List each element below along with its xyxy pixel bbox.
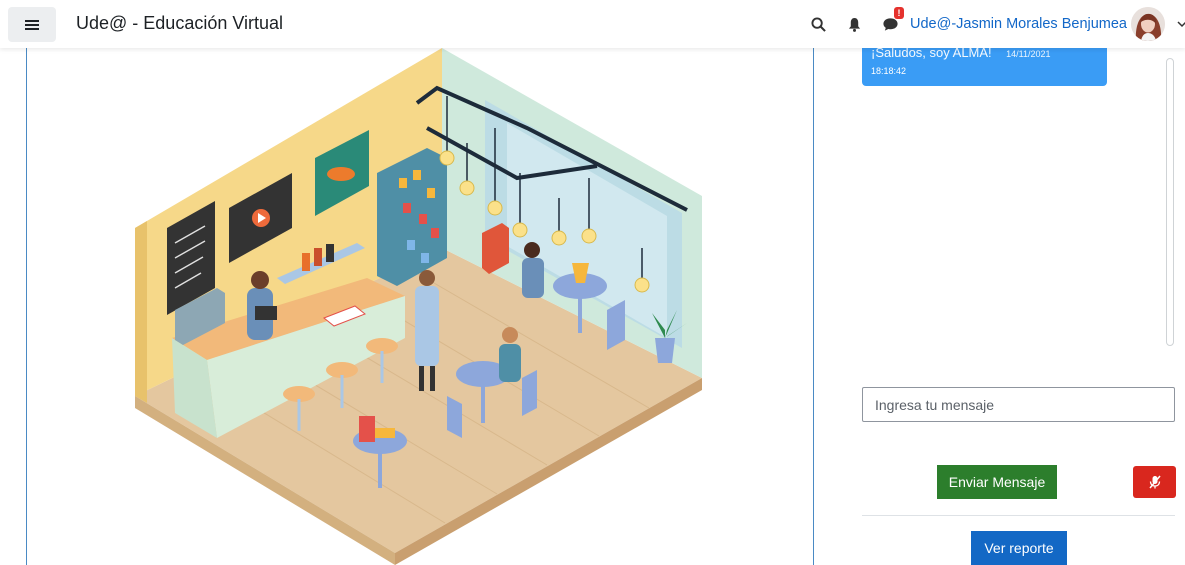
send-message-button[interactable]: Enviar Mensaje: [937, 465, 1057, 499]
messages-badge: !: [894, 7, 904, 19]
chat-panel: ¡Saludos, soy ALMA! 14/11/2021 18:18:42 …: [855, 38, 1185, 565]
chat-message-date: 14/11/2021: [1006, 49, 1051, 59]
mic-off-icon: [1148, 475, 1161, 489]
chat-log[interactable]: ¡Saludos, soy ALMA! 14/11/2021 18:18:42: [855, 38, 1175, 348]
menu-toggle-button[interactable]: [8, 7, 56, 42]
chat-scrollbar[interactable]: [1166, 58, 1174, 346]
chevron-down-icon[interactable]: [1177, 20, 1185, 28]
message-input[interactable]: [862, 387, 1175, 422]
user-name[interactable]: Ude@-Jasmin Morales Benjumea: [910, 16, 1127, 32]
messages-button[interactable]: !: [880, 7, 904, 34]
hamburger-icon: [25, 19, 39, 30]
search-icon: [810, 16, 826, 32]
content-panel: [26, 48, 814, 565]
chat-message-time: 18:18:42: [871, 66, 907, 76]
site-title[interactable]: Ude@ - Educación Virtual: [76, 13, 283, 34]
divider: [862, 515, 1175, 516]
bell-icon: [848, 17, 860, 32]
top-navbar: Ude@ - Educación Virtual ! Ude@-Jasmin M…: [0, 0, 1185, 48]
cafe-illustration: [135, 48, 702, 565]
view-report-button[interactable]: Ver reporte: [971, 531, 1067, 565]
notifications-button[interactable]: [844, 14, 864, 34]
mic-toggle-button[interactable]: [1133, 466, 1176, 498]
navbar-actions: ! Ude@-Jasmin Morales Benjumea: [808, 0, 1185, 48]
search-button[interactable]: [808, 14, 828, 34]
avatar[interactable]: [1131, 7, 1165, 41]
